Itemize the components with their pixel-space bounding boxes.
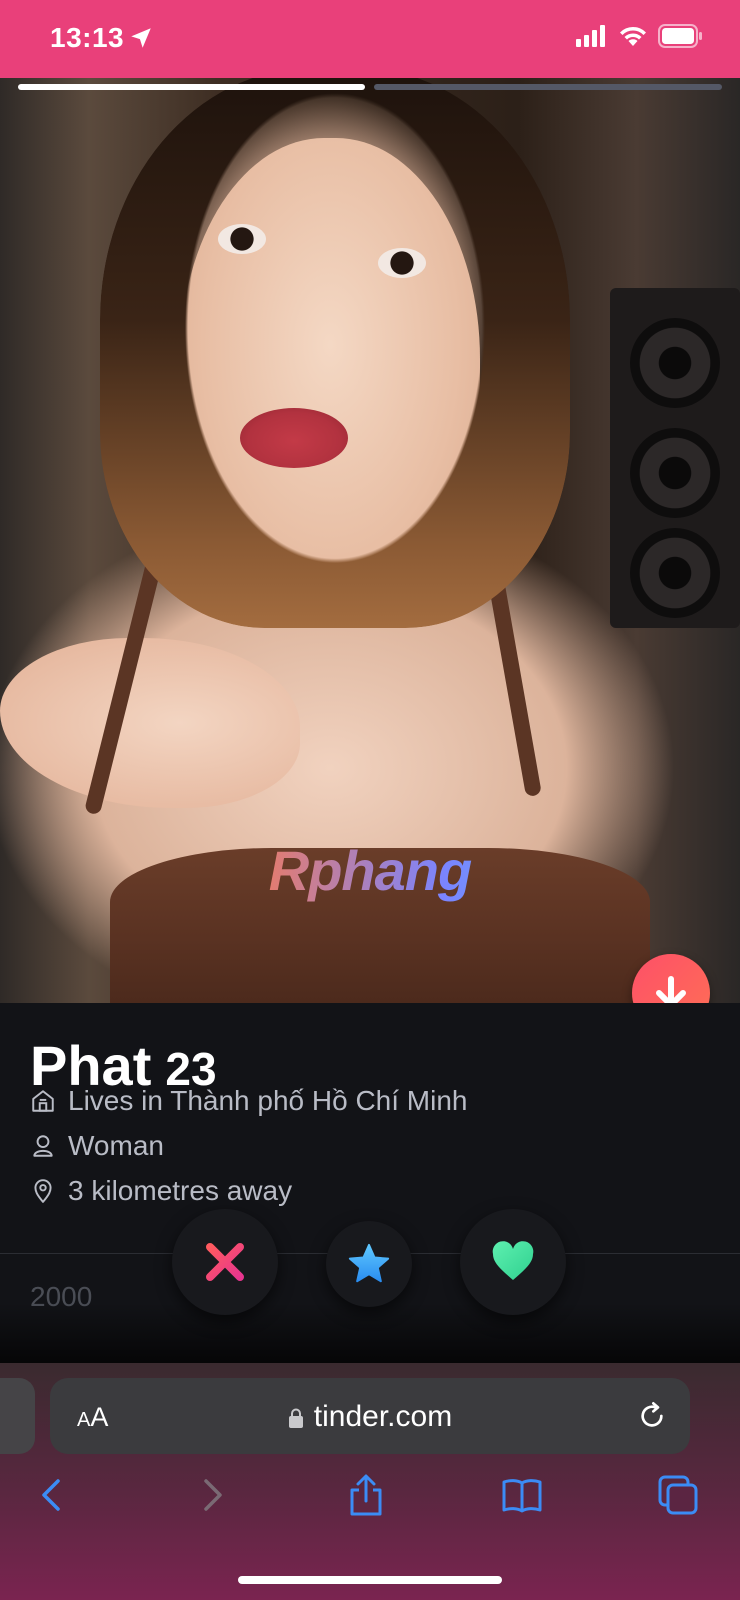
back-icon[interactable]: [30, 1473, 74, 1517]
reload-icon[interactable]: [636, 1400, 668, 1432]
left-eye: [218, 224, 266, 254]
bookmarks-icon[interactable]: [500, 1473, 544, 1517]
cellular-signal-icon: [576, 25, 605, 47]
star-icon: [348, 1243, 390, 1283]
url-display[interactable]: tinder.com: [50, 1400, 690, 1434]
distance-row: 3 kilometres away: [30, 1175, 292, 1207]
lives-in-row: Lives in Thành phố Hồ Chí Minh: [30, 1085, 468, 1117]
lips-shape: [240, 408, 348, 468]
person-icon: [33, 1135, 53, 1157]
status-time: 13:13: [50, 22, 125, 53]
profile-photo[interactable]: Rphang: [0, 78, 740, 1003]
speaker-background: [610, 288, 740, 628]
photo-progress-inactive: [374, 84, 722, 90]
battery-icon: [658, 24, 702, 48]
address-bar[interactable]: AA tinder.com: [50, 1378, 690, 1454]
lock-icon: [288, 1408, 303, 1428]
gender-row: Woman: [30, 1130, 164, 1162]
location-arrow-icon: [131, 28, 151, 48]
wifi-icon: [620, 26, 646, 46]
tabs-icon[interactable]: [656, 1473, 700, 1517]
photo-progress-active: [18, 84, 365, 90]
status-indicators: [576, 24, 704, 48]
gender-text: Woman: [68, 1130, 164, 1161]
super-like-button[interactable]: [326, 1221, 412, 1307]
right-eye: [378, 248, 426, 278]
url-text: tinder.com: [313, 1400, 453, 1433]
previous-tab-preview[interactable]: [0, 1378, 35, 1454]
x-icon: [206, 1243, 244, 1281]
nope-button[interactable]: [172, 1209, 278, 1315]
profile-info-panel: Phat 23 Lives in Thành phố Hồ Chí Minh W…: [0, 1003, 740, 1363]
watermark-text: Rphang: [0, 838, 740, 903]
heart-icon: [492, 1241, 534, 1280]
panel-fade: [0, 1303, 740, 1363]
like-button[interactable]: [460, 1209, 566, 1315]
home-indicator[interactable]: [238, 1576, 502, 1584]
distance-text: 3 kilometres away: [68, 1175, 293, 1206]
forward-icon[interactable]: [190, 1473, 234, 1517]
status-bar: 13:13: [0, 0, 740, 78]
share-icon[interactable]: [344, 1473, 388, 1517]
browser-chrome: AA tinder.com: [0, 1363, 740, 1600]
location-pin-icon: [34, 1179, 52, 1203]
lives-in-text: Lives in Thành phố Hồ Chí Minh: [68, 1085, 468, 1116]
hand-shape: [0, 638, 300, 808]
hair-shape: [100, 78, 570, 628]
home-icon: [32, 1090, 54, 1112]
